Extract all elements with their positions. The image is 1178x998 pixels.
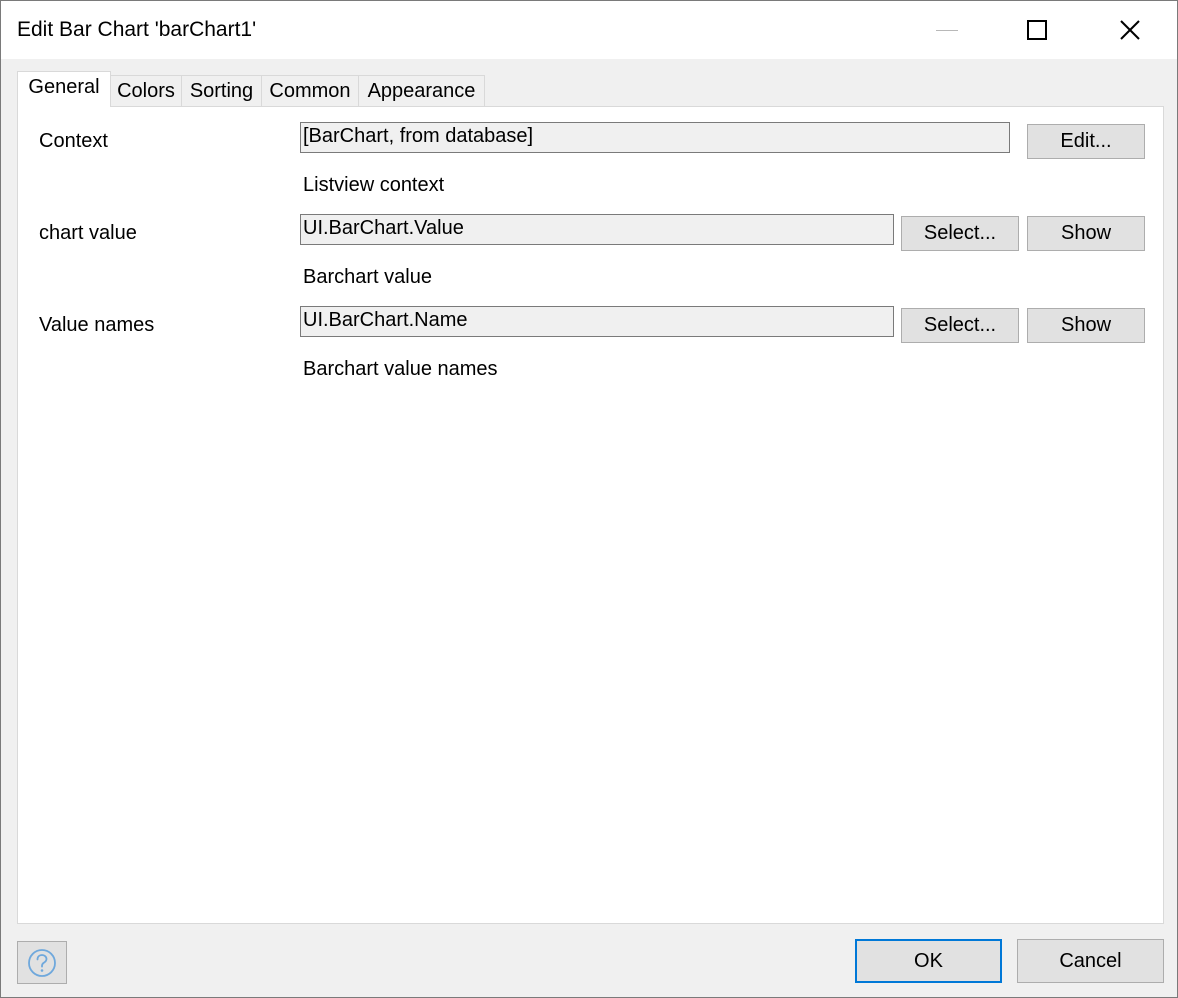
chart-value-show-button[interactable]: Show (1027, 216, 1145, 251)
value-names-label: Value names (39, 314, 155, 336)
minimize-button[interactable] (901, 1, 993, 59)
tab-general[interactable]: General (17, 71, 111, 107)
tab-appearance[interactable]: Appearance (358, 75, 485, 107)
value-names-field[interactable]: UI.BarChart.Name (300, 306, 894, 337)
value-names-select-button[interactable]: Select... (901, 308, 1019, 343)
minimize-icon (936, 29, 958, 31)
cancel-button[interactable]: Cancel (1017, 939, 1164, 983)
context-label: Context (39, 130, 108, 152)
title-bar: Edit Bar Chart 'barChart1' (1, 1, 1177, 59)
chart-value-field[interactable]: UI.BarChart.Value (300, 214, 894, 245)
context-description: Listview context (303, 174, 445, 196)
close-button[interactable] (1084, 1, 1176, 59)
window-title: Edit Bar Chart 'barChart1' (17, 18, 257, 41)
ok-button[interactable]: OK (855, 939, 1002, 983)
edit-bar-chart-dialog: Edit Bar Chart 'barChart1' General Color… (0, 0, 1178, 998)
chart-value-label: chart value (39, 222, 137, 244)
help-button[interactable] (17, 941, 67, 984)
chart-value-select-button[interactable]: Select... (901, 216, 1019, 251)
maximize-icon (1027, 20, 1047, 40)
general-panel: Context [BarChart, from database] Edit..… (17, 106, 1164, 924)
close-icon (1120, 20, 1140, 40)
tab-common[interactable]: Common (261, 75, 359, 107)
value-names-description: Barchart value names (303, 358, 498, 380)
context-field[interactable]: [BarChart, from database] (300, 122, 1010, 153)
tab-colors[interactable]: Colors (110, 75, 182, 107)
help-icon (28, 948, 56, 977)
tab-sorting[interactable]: Sorting (181, 75, 262, 107)
context-edit-button[interactable]: Edit... (1027, 124, 1145, 159)
maximize-button[interactable] (991, 1, 1083, 59)
value-names-show-button[interactable]: Show (1027, 308, 1145, 343)
chart-value-description: Barchart value (303, 266, 432, 288)
